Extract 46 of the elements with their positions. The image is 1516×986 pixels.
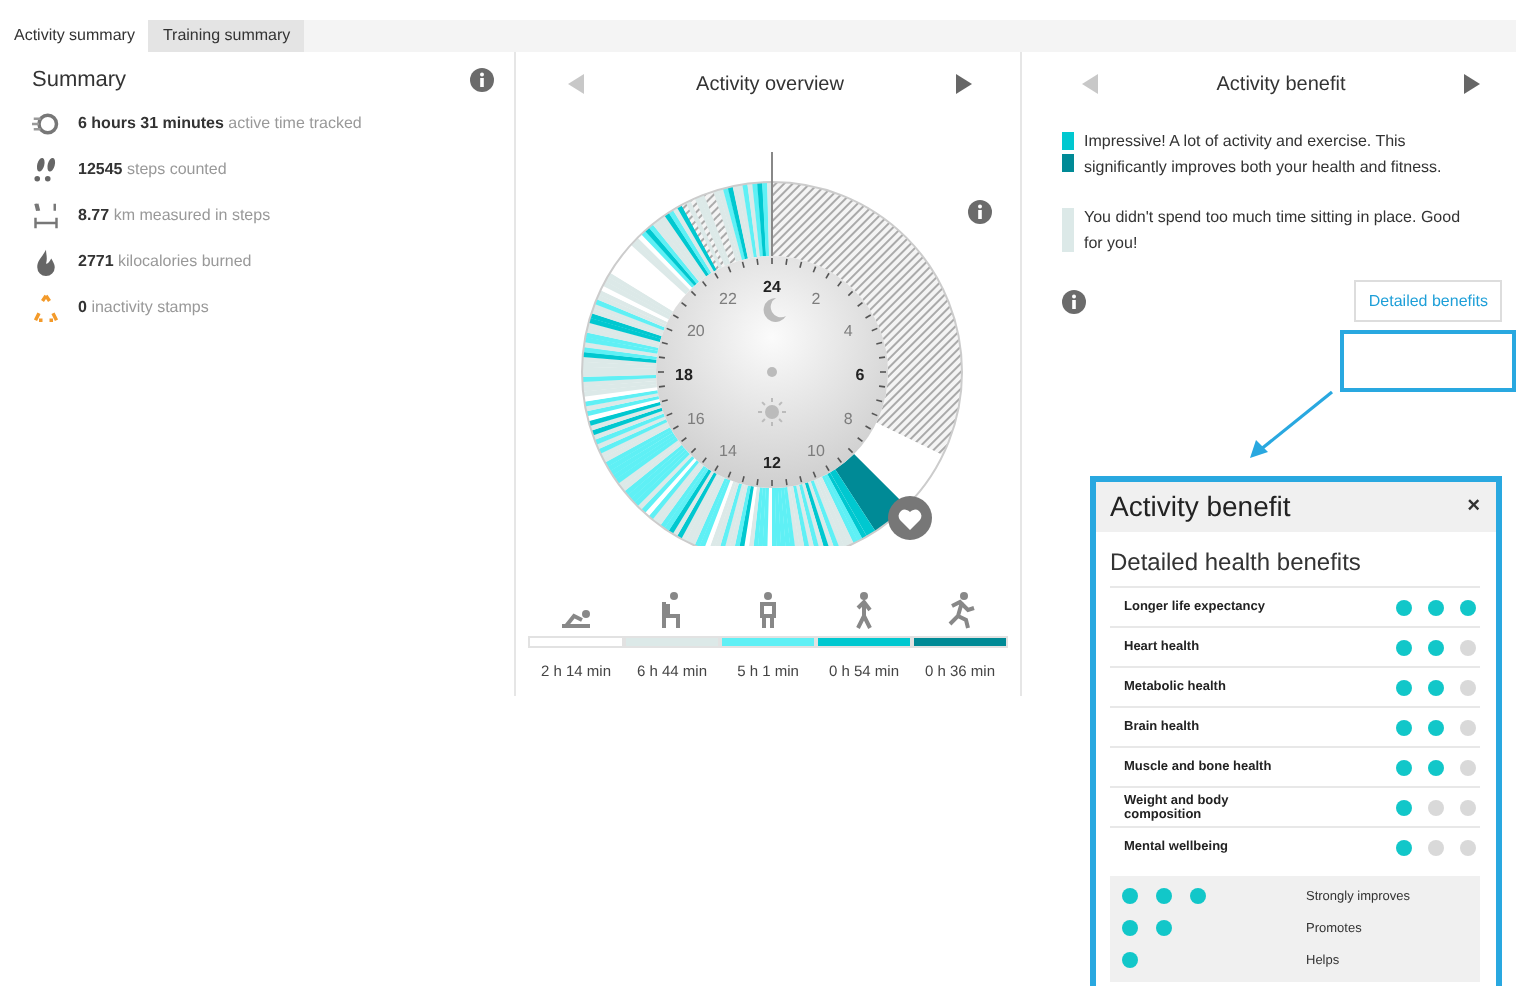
tab[interactable]: Activity summary — [0, 20, 149, 52]
info-icon[interactable] — [1062, 289, 1086, 313]
hour-label: 18 — [675, 366, 693, 384]
close-button[interactable]: × — [1467, 494, 1480, 518]
summary-text: 6 hours 31 minutes active time tracked — [78, 114, 362, 132]
panel-title: Activity benefit — [1216, 73, 1346, 95]
footprints-icon — [32, 155, 60, 183]
flame-icon — [32, 247, 60, 275]
hour-label: 16 — [686, 410, 705, 428]
summary-text: 12545 steps counted — [78, 160, 227, 178]
warning-triangle-icon — [32, 293, 60, 321]
benefit-text: You didn't spend too much time sitting in place. Good for you! — [1084, 206, 1463, 256]
legend-dots-icon — [1122, 888, 1210, 904]
hour-label: 6 — [855, 366, 865, 384]
hour-label: 24 — [763, 278, 781, 296]
popup-title: Activity benefit — [1110, 490, 1291, 522]
hour-label: 8 — [843, 410, 853, 428]
benefit-text: Impressive! A lot of activity and exercise. This significantly improves both your health and fitness. — [1084, 130, 1444, 180]
hour-label: 20 — [686, 322, 705, 340]
summary-text: 2771 kilocalories burned — [78, 252, 252, 270]
sun-icon — [757, 397, 787, 427]
info-icon[interactable] — [470, 68, 494, 92]
hour-label: 4 — [843, 322, 853, 340]
popup-subtitle: Detailed health benefits — [1108, 546, 1363, 580]
distance-icon — [32, 201, 60, 229]
hour-label: 2 — [811, 289, 821, 308]
callout-arrow — [1248, 390, 1336, 462]
running-person-icon — [944, 590, 976, 630]
active-time-icon — [32, 109, 60, 137]
next-arrow[interactable] — [956, 74, 972, 94]
legend-dots-icon — [1122, 952, 1142, 968]
hour-label: 14 — [719, 442, 737, 461]
hour-label: 22 — [719, 289, 737, 308]
hour-label: 12 — [763, 454, 781, 472]
section-title: Summary — [32, 68, 127, 92]
summary-text: 0 inactivity stamps — [78, 298, 209, 316]
hour-label: 10 — [807, 442, 825, 461]
moon-icon — [763, 298, 786, 322]
summary-text: 8.77 km measured in steps — [78, 206, 271, 224]
tab[interactable]: Training summary — [148, 20, 305, 52]
sitting-person-icon — [658, 590, 686, 630]
next-arrow[interactable] — [1463, 74, 1480, 94]
info-icon[interactable] — [968, 200, 992, 224]
standing-person-icon — [754, 590, 782, 630]
panel-title: Activity overview — [696, 73, 844, 95]
legend-dots-icon — [1122, 920, 1176, 936]
